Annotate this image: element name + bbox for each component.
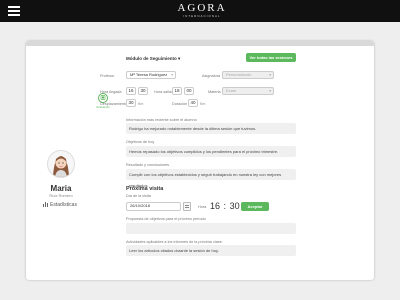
tracking-card: Módulo de Seguimiento ▾ Ver todas las se… [26,41,374,280]
objetivos-label: Objetivos de hoy [126,140,155,144]
visit-time[interactable]: 16 : 30 [210,202,240,211]
objetivo-field[interactable] [126,223,296,234]
duracion-label: Duración [172,102,188,106]
asignatura-select[interactable]: Personalizado ▾ [222,71,274,79]
chevron-down-icon: ▾ [178,56,181,61]
visit-minute: 30 [229,201,240,211]
module-dropdown[interactable]: Módulo de Seguimiento ▾ [126,56,180,62]
logo-sub: INTERNACIONAL [183,14,221,18]
chevron-down-icon: ▾ [269,89,271,93]
hora-salida-minute[interactable]: 00 [184,87,194,95]
card-header-strip [26,41,374,46]
calendar-icon[interactable] [183,202,191,211]
avatar [47,150,75,178]
profesor-value: Mª Teresa Rodriguez [130,72,168,77]
profesor-label: Profesor [100,74,115,78]
actividad-label: Actividades aplicables a los informes de… [126,240,222,244]
statistics-link[interactable]: Estadísticas [43,202,77,208]
profesor-select[interactable]: Mª Teresa Rodriguez ▾ [126,71,176,79]
info-field[interactable]: Rodrigo ha mejorado notablemente desde l… [126,123,296,134]
desplazamiento-input[interactable]: 30 [126,99,136,107]
logo: AGORA INTERNACIONAL [172,2,232,19]
info-label: Información más reciente sobre el alumno [126,118,197,122]
desplazamiento-unit: Km [138,102,144,106]
chevron-down-icon: ▾ [171,73,173,77]
hora-llegada-hour[interactable]: 16 [126,87,136,95]
asignatura-label: Asignatura [202,74,221,78]
resultado-field[interactable]: Cumplir con los objetivos establecidos y… [126,169,296,188]
profile-surname: Ruiz Romero [49,193,73,198]
hora-salida-label: Hora salida [154,90,174,94]
resultado-label: Resultado y conclusiones [126,163,170,167]
record-icon[interactable] [98,93,108,103]
accept-button[interactable]: Aceptar [241,202,269,211]
fecha-label: Día de la visita [126,194,151,198]
top-bar: AGORA INTERNACIONAL [0,0,400,22]
statistics-label: Estadísticas [50,202,77,208]
actividad-field[interactable]: Leer los artículos citados durante la se… [126,245,296,256]
objetivos-field[interactable]: Hemos repasado los objetivos cumplidos y… [126,146,296,157]
hamburger-menu-icon[interactable] [8,6,20,16]
module-label: Módulo de Seguimiento [126,56,177,61]
record-label: Grabación [96,105,110,109]
visit-hour: 16 [210,201,221,211]
view-all-sessions-button[interactable]: Ver todas las sesiones [246,53,296,62]
next-visit-title: Próxima visita [126,186,164,192]
materia-value: Exam [226,88,237,93]
materia-label: Materia [208,90,221,94]
materia-select[interactable]: Exam ▾ [222,87,274,95]
hora-salida-hour[interactable]: 18 [172,87,182,95]
hora-visit-label: Hora [198,205,207,209]
chevron-down-icon: ▾ [269,73,271,77]
objetivo-label: Propuesta de objetivos para el próximo p… [126,217,206,221]
duracion-unit: Km [200,102,206,106]
duracion-input[interactable]: 40 [188,99,198,107]
bar-chart-icon [43,202,48,207]
profile-name: Maria [50,184,72,193]
hora-llegada-minute[interactable]: 30 [138,87,148,95]
asignatura-value: Personalizado [226,72,252,77]
logo-main: AGORA [177,2,227,14]
date-value: 26/10/2018 [130,203,151,208]
date-input[interactable]: 26/10/2018 [126,202,181,211]
